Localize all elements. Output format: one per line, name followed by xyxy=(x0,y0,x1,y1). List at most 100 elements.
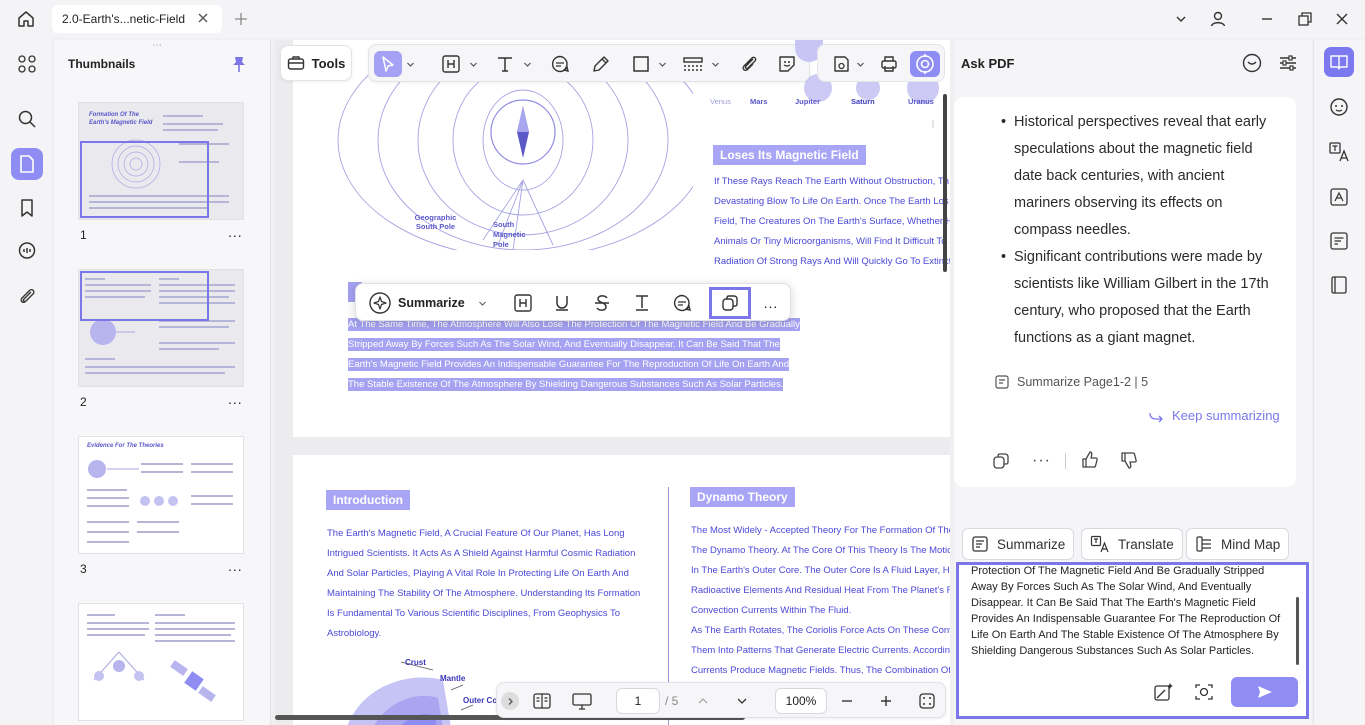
note-button[interactable] xyxy=(669,290,695,316)
summarize-button[interactable]: Summarize xyxy=(366,290,476,316)
page-thumbnail[interactable]: Formation Of The Earth's Magnetic Field xyxy=(78,102,244,220)
tools-button[interactable]: Tools xyxy=(280,45,352,81)
more-options-icon[interactable]: ··· xyxy=(1032,452,1051,470)
page-menu-button[interactable]: ... xyxy=(228,558,243,574)
attachment-icon[interactable] xyxy=(11,280,43,312)
translate-icon[interactable] xyxy=(1324,137,1354,167)
next-page-button[interactable] xyxy=(732,688,752,714)
shape-tool-button[interactable] xyxy=(628,51,654,77)
document-tab[interactable]: 2.0-Earth's...netic-Field xyxy=(52,5,222,33)
selected-text[interactable]: Earth's Magnetic Field Provides An Indis… xyxy=(348,358,789,371)
book-icon[interactable] xyxy=(1324,270,1354,300)
screenshot-icon[interactable] xyxy=(1193,682,1215,702)
mind-map-chip[interactable]: Mind Map xyxy=(1186,528,1290,560)
stamp-icon xyxy=(683,57,703,71)
page-thumbnail[interactable] xyxy=(78,269,244,387)
comment-icon[interactable] xyxy=(11,235,43,267)
bookmark-icon[interactable] xyxy=(11,192,43,224)
collapse-button[interactable] xyxy=(501,692,519,710)
chevron-down-icon[interactable] xyxy=(710,51,720,77)
selected-text[interactable]: Stripped Away By Forces Such As The Sola… xyxy=(348,338,780,351)
ai-chat-icon[interactable] xyxy=(1324,92,1354,122)
ask-pdf-icon[interactable] xyxy=(1324,47,1354,77)
answer-card: • Historical perspectives reveal that ear… xyxy=(954,97,1296,487)
zoom-out-button[interactable] xyxy=(837,688,857,714)
copy-icon[interactable] xyxy=(991,451,1011,471)
settings-sliders-icon[interactable] xyxy=(1277,52,1299,74)
pin-icon[interactable] xyxy=(231,55,247,73)
input-scrollbar[interactable] xyxy=(1296,597,1299,665)
comment-tool-button[interactable] xyxy=(547,51,573,77)
resize-handle[interactable]: ⋯ xyxy=(152,40,163,51)
account-icon[interactable] xyxy=(1206,8,1230,30)
section-heading: Dynamo Theory xyxy=(690,487,795,507)
save-button[interactable] xyxy=(828,51,854,77)
search-icon[interactable] xyxy=(11,103,43,135)
summarize-chip[interactable]: Summarize xyxy=(962,528,1075,560)
presentation-button[interactable] xyxy=(567,688,597,714)
heading-format-button[interactable] xyxy=(510,290,536,316)
previous-page-button[interactable] xyxy=(693,688,713,714)
zoom-in-button[interactable] xyxy=(876,688,896,714)
new-tab-icon[interactable] xyxy=(233,11,249,27)
fit-page-button[interactable] xyxy=(915,688,939,714)
attach-tool-button[interactable] xyxy=(736,51,762,77)
close-tab-icon[interactable] xyxy=(196,11,210,25)
prompt-input[interactable]: Protection Of The Magnetic Field And Be … xyxy=(956,562,1309,719)
history-icon[interactable] xyxy=(1241,52,1263,74)
page-thumbnail[interactable] xyxy=(78,603,244,721)
page-layout-button[interactable] xyxy=(529,688,555,714)
chevron-down-icon[interactable] xyxy=(522,51,532,77)
title-bar: 2.0-Earth's...netic-Field xyxy=(0,0,1365,38)
explain-icon[interactable] xyxy=(1324,182,1354,212)
vertical-scrollbar[interactable] xyxy=(943,94,947,272)
chevron-down-icon[interactable] xyxy=(405,51,415,77)
underline-button[interactable] xyxy=(549,290,575,316)
chevron-down-icon[interactable] xyxy=(855,51,865,77)
heading-tool-button[interactable] xyxy=(438,51,464,77)
pages-icon[interactable] xyxy=(11,148,43,180)
apps-grid-icon[interactable] xyxy=(11,48,43,80)
zoom-level[interactable]: 100% xyxy=(775,688,827,714)
more-options-button[interactable]: ... xyxy=(758,290,784,316)
summary-icon[interactable] xyxy=(1324,226,1354,256)
chevron-down-icon[interactable] xyxy=(468,51,478,77)
strikethrough-button[interactable] xyxy=(589,290,615,316)
translate-chip[interactable]: Translate xyxy=(1081,528,1183,560)
highlight-tool-button[interactable] xyxy=(588,51,614,77)
copy-button[interactable] xyxy=(709,287,751,319)
planet-label: Jupiter xyxy=(795,97,821,106)
minimize-icon[interactable] xyxy=(1255,8,1279,30)
text-comment-button[interactable] xyxy=(629,290,655,316)
text-icon xyxy=(636,295,648,311)
print-button[interactable] xyxy=(876,51,902,77)
page-number: 2 xyxy=(80,395,87,409)
send-button[interactable] xyxy=(1231,677,1298,707)
text-tool-button[interactable] xyxy=(492,51,518,77)
chevron-right-icon xyxy=(508,697,513,705)
keep-summarizing-link[interactable]: Keep summarizing xyxy=(1148,408,1280,423)
page-menu-button[interactable]: ... xyxy=(228,224,243,240)
document-viewer[interactable]: Geographic South Pole South Magnetic Pol… xyxy=(275,40,950,725)
save-icon xyxy=(834,56,849,72)
figure-label: Crust xyxy=(405,658,426,667)
thumbs-down-icon[interactable] xyxy=(1119,450,1139,470)
home-icon[interactable] xyxy=(16,9,36,29)
chevron-down-icon[interactable] xyxy=(1169,8,1193,30)
prompt-text[interactable]: Protection Of The Magnetic Field And Be … xyxy=(971,565,1289,659)
selected-text[interactable]: The Stable Existence Of The Atmosphere B… xyxy=(348,378,784,391)
ai-assistant-button[interactable] xyxy=(910,51,940,77)
close-window-icon[interactable] xyxy=(1330,8,1354,30)
magic-prompt-icon[interactable] xyxy=(1153,682,1175,702)
page-number-input[interactable]: 1 xyxy=(616,688,660,714)
chevron-down-icon xyxy=(737,698,747,704)
page-menu-button[interactable]: ... xyxy=(228,391,243,407)
select-tool-button[interactable] xyxy=(374,51,402,77)
restore-icon[interactable] xyxy=(1293,8,1317,30)
thumbs-up-icon[interactable] xyxy=(1080,450,1100,470)
stamp-tool-button[interactable] xyxy=(680,51,706,77)
page-thumbnail[interactable]: Evidence For The Theories xyxy=(78,436,244,554)
ask-pdf-title: Ask PDF xyxy=(961,56,1015,71)
chevron-down-icon[interactable] xyxy=(657,51,667,77)
chevron-down-icon[interactable] xyxy=(476,290,488,316)
